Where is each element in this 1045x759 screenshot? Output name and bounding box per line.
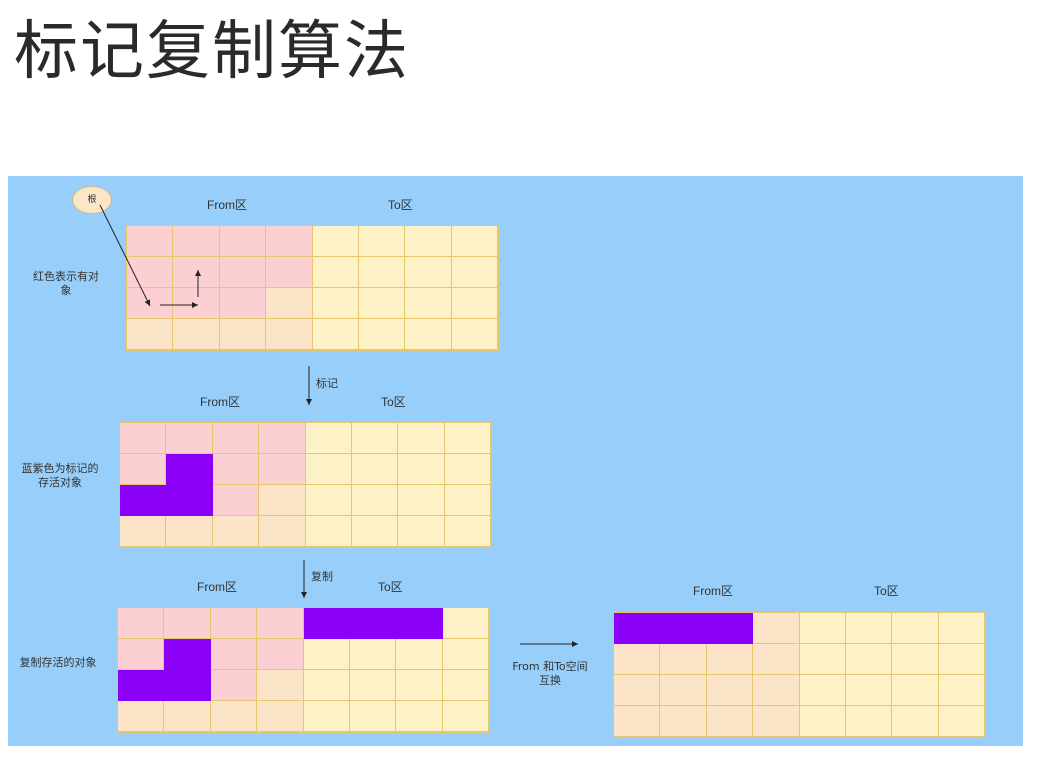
- arrows-overlay: [99, 204, 578, 647]
- root-pointer-arrow: [99, 204, 151, 307]
